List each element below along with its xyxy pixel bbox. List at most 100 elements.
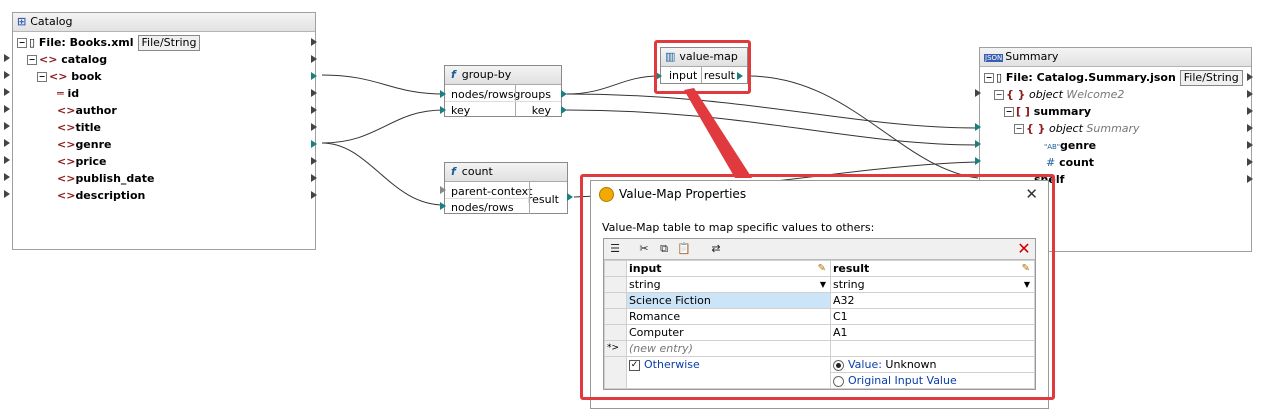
tree-label: genre <box>1060 139 1097 152</box>
output-connector[interactable] <box>311 106 317 114</box>
element-icon: <> <box>57 155 76 168</box>
output-connector[interactable] <box>561 106 567 114</box>
output-connector[interactable] <box>1247 107 1253 115</box>
count-input-parent-context: parent-context <box>451 185 533 198</box>
output-connector[interactable] <box>311 38 317 46</box>
tree-item-title[interactable]: <>title <box>57 119 101 136</box>
element-icon: <> <box>49 70 68 83</box>
attribute-icon: ═ <box>57 87 64 100</box>
tree-label: genre <box>75 138 112 151</box>
input-connector[interactable] <box>440 186 446 194</box>
output-connector[interactable] <box>311 191 317 199</box>
summary-file-string-button[interactable]: File/String <box>1179 70 1243 86</box>
tree-label: publish_date <box>75 172 155 185</box>
group-by-output-key: key <box>531 104 551 117</box>
output-connector[interactable] <box>311 140 317 148</box>
tree-item-description[interactable]: <>description <box>57 187 145 204</box>
output-connector[interactable] <box>311 174 317 182</box>
collapse-icon[interactable]: − <box>37 72 47 82</box>
output-connector[interactable] <box>1247 90 1253 98</box>
catalog-title: Catalog <box>30 15 73 28</box>
output-connector[interactable] <box>1247 158 1253 166</box>
tree-label: count <box>1059 156 1095 169</box>
array-icon: [ ] <box>1016 105 1030 118</box>
tree-item-summary[interactable]: −[ ] summary <box>1004 103 1091 120</box>
dialog-highlight <box>580 174 1055 400</box>
output-connector[interactable] <box>1247 175 1253 183</box>
tree-item-id[interactable]: ═ id <box>57 85 79 102</box>
input-connector[interactable] <box>4 88 10 96</box>
tree-item-root-object[interactable]: −{ } object Welcome2 <box>994 86 1124 103</box>
tree-item-count[interactable]: # count <box>1046 154 1094 171</box>
input-connector[interactable] <box>975 157 981 165</box>
catalog-file-string-button[interactable]: File/String <box>137 35 201 51</box>
output-connector[interactable] <box>311 123 317 131</box>
tree-label: object <box>1029 88 1063 101</box>
catalog-file-row: − ▯ File: Books.xml File/String <box>17 34 201 51</box>
output-connector[interactable] <box>311 55 317 63</box>
tree-item-genre[interactable]: "AB"genre <box>1044 137 1096 154</box>
catalog-title-bar[interactable]: ⊞ Catalog <box>13 13 315 32</box>
tree-item-catalog[interactable]: − <> catalog <box>27 51 107 68</box>
count-title-bar[interactable]: f count <box>445 163 567 182</box>
collapse-icon[interactable]: − <box>984 73 994 83</box>
output-connector[interactable] <box>311 72 317 80</box>
tree-item-book[interactable]: − <> book <box>37 68 102 85</box>
input-connector[interactable] <box>4 190 10 198</box>
input-connector[interactable] <box>975 89 981 97</box>
input-connector[interactable] <box>4 71 10 79</box>
output-connector[interactable] <box>561 90 567 98</box>
output-connector[interactable] <box>311 157 317 165</box>
element-icon: <> <box>57 104 76 117</box>
element-icon: <> <box>57 121 76 134</box>
output-connector[interactable] <box>567 193 573 201</box>
tree-item-summary-object[interactable]: −{ } object Summary <box>1014 120 1140 137</box>
value-map-highlight <box>654 40 751 94</box>
group-by-output-groups: groups <box>513 88 551 101</box>
catalog-component[interactable]: ⊞ Catalog − ▯ File: Books.xml File/String −… <box>12 12 317 250</box>
tree-label: summary <box>1033 105 1092 118</box>
tree-item-author[interactable]: <>author <box>57 102 117 119</box>
input-connector[interactable] <box>440 90 446 98</box>
element-icon: <> <box>39 53 58 66</box>
summary-title-bar[interactable]: JSON Summary <box>980 48 1251 67</box>
collapse-icon[interactable]: − <box>27 55 37 65</box>
collapse-icon[interactable]: − <box>1014 124 1024 134</box>
file-icon: ▯ <box>996 71 1003 84</box>
tree-item-genre[interactable]: <>genre <box>57 136 112 153</box>
output-connector[interactable] <box>1247 124 1253 132</box>
tree-label: id <box>67 87 80 100</box>
function-icon: f <box>451 165 456 178</box>
string-icon: "AB" <box>1044 143 1061 151</box>
tree-type: Summary <box>1086 122 1140 135</box>
collapse-icon[interactable]: − <box>994 90 1004 100</box>
input-connector[interactable] <box>440 202 446 210</box>
json-icon: JSON <box>984 54 1004 62</box>
collapse-icon[interactable]: − <box>1004 107 1014 117</box>
group-by-title-bar[interactable]: f group-by <box>445 66 561 85</box>
output-connector[interactable] <box>311 89 317 97</box>
group-by-function[interactable]: f group-by nodes/rows key groups key <box>444 65 562 117</box>
count-output-result: result <box>527 193 559 206</box>
input-connector[interactable] <box>4 54 10 62</box>
collapse-icon[interactable]: − <box>17 38 27 48</box>
tree-type: Welcome2 <box>1066 88 1125 101</box>
tree-item-price[interactable]: <>price <box>57 153 107 170</box>
input-connector[interactable] <box>4 173 10 181</box>
input-connector[interactable] <box>4 105 10 113</box>
input-connector[interactable] <box>440 106 446 114</box>
element-icon: <> <box>57 138 76 151</box>
catalog-file-label: File: Books.xml <box>38 36 134 49</box>
input-connector[interactable] <box>975 140 981 148</box>
output-connector[interactable] <box>1247 73 1253 81</box>
input-connector[interactable] <box>4 122 10 130</box>
input-connector[interactable] <box>4 139 10 147</box>
output-connector[interactable] <box>1247 141 1253 149</box>
input-connector[interactable] <box>4 156 10 164</box>
summary-file-row: − ▯ File: Catalog.Summary.json File/String <box>984 69 1243 86</box>
tree-item-publish-date[interactable]: <>publish_date <box>57 170 154 187</box>
count-function[interactable]: f count parent-context nodes/rows result <box>444 162 568 214</box>
tree-label: catalog <box>61 53 108 66</box>
group-by-input-key: key <box>451 104 471 117</box>
input-connector[interactable] <box>975 123 981 131</box>
